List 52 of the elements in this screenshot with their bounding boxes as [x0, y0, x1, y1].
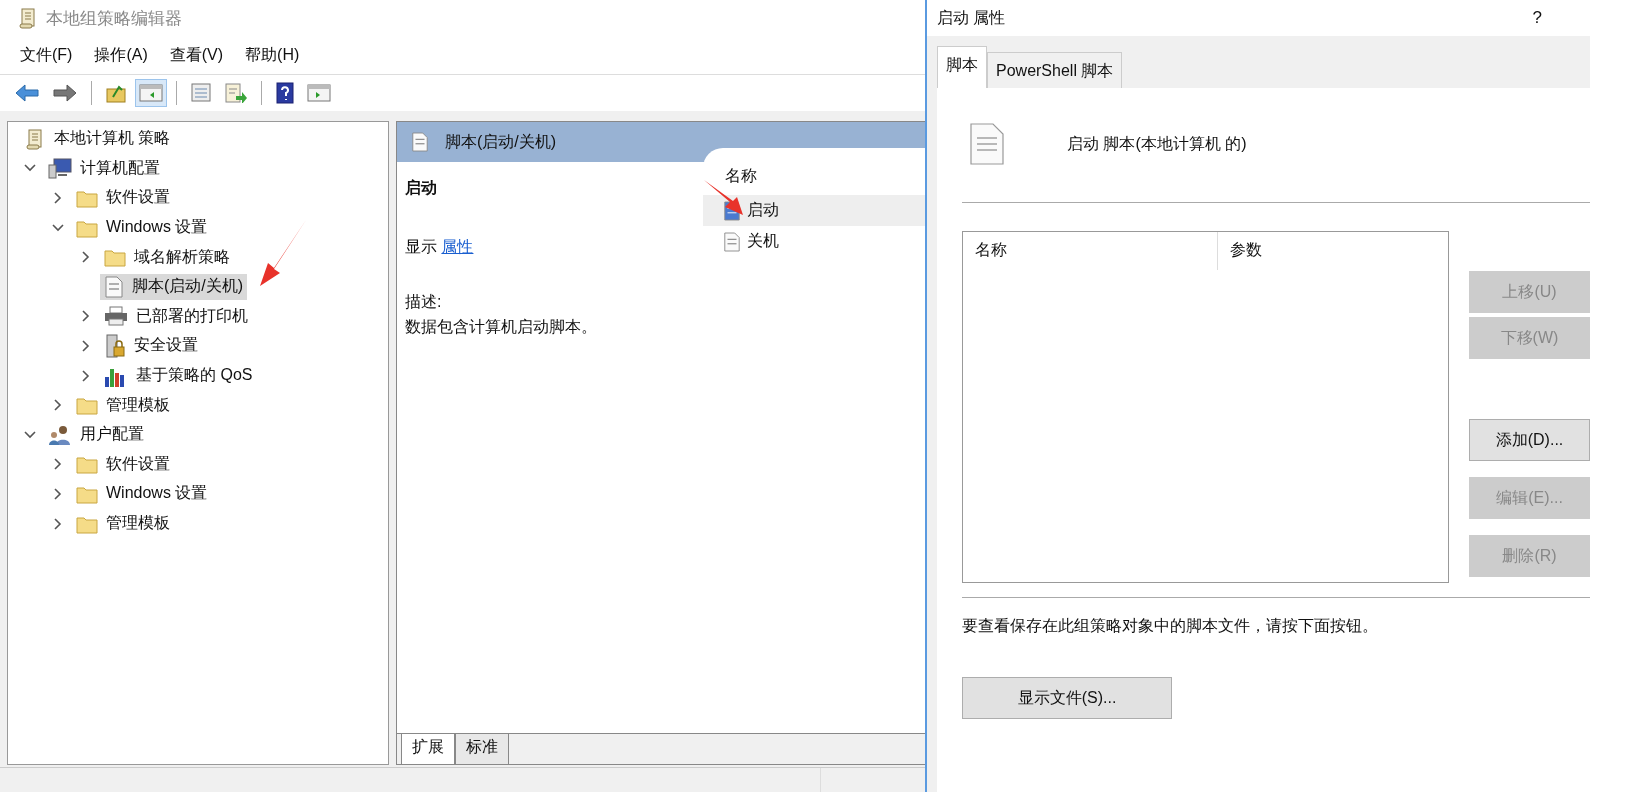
window-title: 本地组策略编辑器: [46, 7, 182, 30]
script-icon: [104, 275, 124, 298]
column-header[interactable]: 参数: [1218, 232, 1274, 270]
dialog-title: 启动 属性: [937, 7, 1006, 28]
tree-item[interactable]: 基于策略的 QoS: [100, 362, 257, 389]
show-label: 显示: [405, 238, 437, 255]
scroll-icon: [18, 7, 38, 29]
tree-item[interactable]: Windows 设置: [72, 215, 212, 241]
folder-icon: [104, 247, 126, 268]
tree-item[interactable]: 管理模板: [72, 392, 174, 418]
view-tab[interactable]: 标准: [455, 734, 509, 765]
tree-item[interactable]: 本地计算机 策略: [20, 125, 175, 152]
properties-link[interactable]: 属性: [441, 238, 474, 255]
printer-icon: [104, 306, 128, 327]
computer-icon: [48, 157, 72, 180]
show-files-button[interactable]: 显示文件(S)...: [962, 677, 1172, 719]
users-icon: [48, 423, 72, 446]
column-header[interactable]: 名称: [963, 232, 1218, 270]
menu-item[interactable]: 查看(V): [169, 44, 224, 66]
list-item[interactable]: 关机: [703, 226, 925, 257]
script-heading: 启动 脚本(本地计算机 的): [1067, 133, 1247, 154]
tree-item[interactable]: 已部署的打印机: [100, 303, 252, 329]
tree-item[interactable]: 安全设置: [100, 331, 202, 360]
list-item[interactable]: 启动: [703, 195, 925, 226]
help-button[interactable]: ?: [1532, 8, 1542, 28]
tree-item[interactable]: 脚本(启动/关机): [100, 273, 248, 300]
tree-item[interactable]: 用户配置: [44, 421, 148, 448]
folder-icon: [76, 454, 98, 475]
description-label: 描述:: [405, 292, 443, 312]
menu-item[interactable]: 文件(F): [20, 44, 73, 66]
note-text: 要查看保存在此组策略对象中的脚本文件，请按下面按钮。: [962, 616, 1379, 636]
tab[interactable]: PowerShell 脚本: [987, 52, 1123, 88]
pane-title: 脚本(启动/关机): [445, 131, 557, 152]
action-button[interactable]: 添加(D)...: [1469, 419, 1590, 461]
description-text: 数据包含计算机启动脚本。: [405, 317, 598, 337]
tree-item[interactable]: 计算机配置: [44, 155, 164, 182]
script-icon: [411, 132, 429, 152]
menu-item[interactable]: 操作(A): [94, 44, 148, 66]
tree-item[interactable]: 软件设置: [72, 185, 174, 211]
column-header: 名称: [724, 166, 758, 186]
tab[interactable]: 脚本: [937, 46, 987, 88]
view-tab[interactable]: 扩展: [401, 734, 455, 765]
tree-item[interactable]: Windows 设置: [72, 481, 212, 507]
script-icon: [723, 231, 741, 252]
tree-item[interactable]: 域名解析策略: [100, 244, 234, 270]
folder-icon: [76, 395, 98, 416]
item-title: 启动: [405, 178, 438, 198]
folder-icon: [76, 188, 98, 208]
tree-item[interactable]: 软件设置: [72, 451, 174, 477]
menu-item[interactable]: 帮助(H): [245, 44, 300, 66]
server-lock-icon: [104, 333, 126, 358]
tree-item[interactable]: 管理模板: [72, 511, 174, 536]
